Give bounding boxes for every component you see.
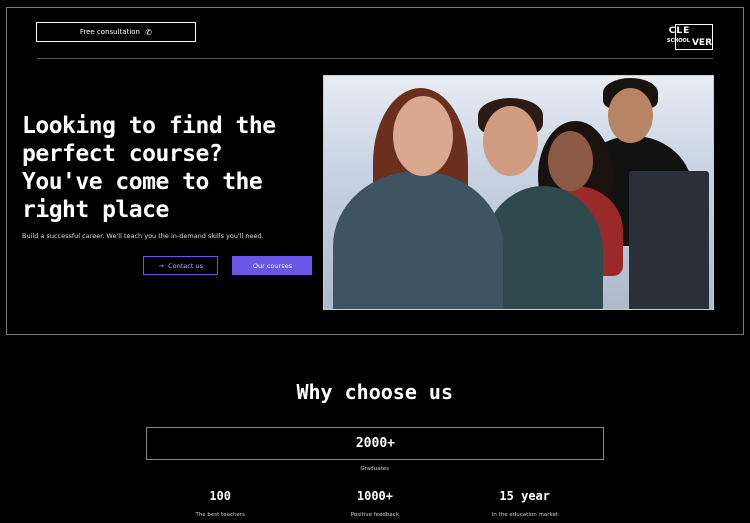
hero-text: Looking to find the perfect course? You'… [22,112,312,240]
stat-value: 100 [209,489,231,503]
contact-us-label: Contact us [167,261,203,270]
logo-line-1: CLE [668,26,691,36]
graduates-stat: 2000+ [146,427,604,460]
landing-page: CLE VER SCHOOL ✆ Free consultation Looki… [0,0,750,523]
stat-item: 1000+ Positive feedback [320,489,430,518]
logo-line-3: SCHOOL [666,38,690,44]
graduates-value: 2000+ [355,436,395,451]
phone-icon: ✆ [145,27,153,37]
graduates-label: Graduates [360,466,390,472]
stat-item: 100 The best teachers [165,489,275,518]
arrow-right-icon: → [158,261,164,270]
our-courses-button[interactable]: Our courses [232,256,312,275]
stat-value: 15 year [499,489,551,503]
stat-label: In the education market [491,512,559,518]
consultation-label: Free consultation [79,28,140,36]
why-choose-us-title: Why choose us [296,380,454,404]
logo-line-2: VER [691,38,712,48]
free-consultation-button[interactable]: ✆ Free consultation [36,22,196,42]
hero-image [323,75,714,310]
hero-divider [37,58,713,59]
stat-label: Positive feedback [350,512,400,518]
stat-label: The best teachers [195,512,245,518]
logo[interactable]: CLE VER SCHOOL [667,24,713,50]
contact-us-button[interactable]: Contact us → [143,256,218,275]
monitor [629,171,709,310]
stat-item: 15 year In the education market [470,489,580,518]
stat-value: 1000+ [356,489,394,503]
hero-subtitle: Build a successful career. We'll teach y… [22,232,264,240]
our-courses-label: Our courses [252,261,292,270]
hero-title: Looking to find the perfect course? You'… [22,113,276,223]
